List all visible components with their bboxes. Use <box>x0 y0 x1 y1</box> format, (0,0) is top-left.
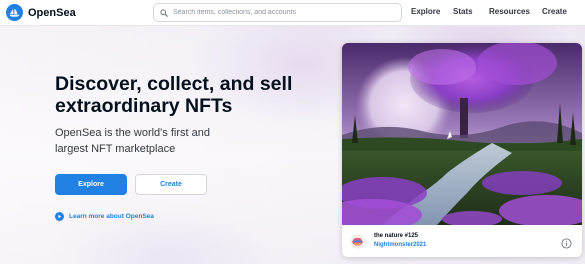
featured-nft-card[interactable]: the nature #125 Nightmonster2021 <box>342 43 582 257</box>
learn-more-label: Learn more about OpenSea <box>69 213 154 220</box>
creator-avatar[interactable] <box>350 234 365 249</box>
hero-subheadline: OpenSea is the world's first and largest… <box>55 125 255 157</box>
nft-creator-link[interactable]: Nightmonster2021 <box>374 242 426 248</box>
nft-artwork-image <box>342 43 582 225</box>
hero-subheadline-line-1: OpenSea is the world's first and <box>55 127 210 139</box>
nft-title[interactable]: the nature #125 <box>374 233 418 239</box>
info-icon[interactable] <box>561 236 572 249</box>
play-circle-icon <box>55 212 64 221</box>
nav-link-stats[interactable]: Stats <box>453 7 473 16</box>
nav-link-create[interactable]: Create <box>542 7 567 16</box>
hero-subheadline-line-2: largest NFT marketplace <box>55 143 176 155</box>
create-button[interactable]: Create <box>135 174 207 195</box>
brand-logo[interactable]: OpenSea <box>6 4 76 21</box>
nft-card-footer: the nature #125 Nightmonster2021 <box>342 225 582 257</box>
nav-link-explore[interactable]: Explore <box>411 7 440 16</box>
search-icon <box>160 4 168 22</box>
search-bar[interactable] <box>153 3 402 22</box>
hero-headline: Discover, collect, and sell extraordinar… <box>55 73 325 117</box>
nav-link-resources[interactable]: Resources <box>489 7 530 16</box>
learn-more-link[interactable]: Learn more about OpenSea <box>55 212 154 221</box>
explore-button[interactable]: Explore <box>55 174 127 195</box>
top-navbar: OpenSea Explore Stats Resources Create <box>0 0 585 26</box>
opensea-logo-icon <box>6 4 23 21</box>
hero-headline-line-1: Discover, collect, and sell <box>55 73 293 95</box>
search-input[interactable] <box>173 9 393 16</box>
hero-headline-line-2: extraordinary NFTs <box>55 95 233 117</box>
brand-name: OpenSea <box>28 6 76 19</box>
